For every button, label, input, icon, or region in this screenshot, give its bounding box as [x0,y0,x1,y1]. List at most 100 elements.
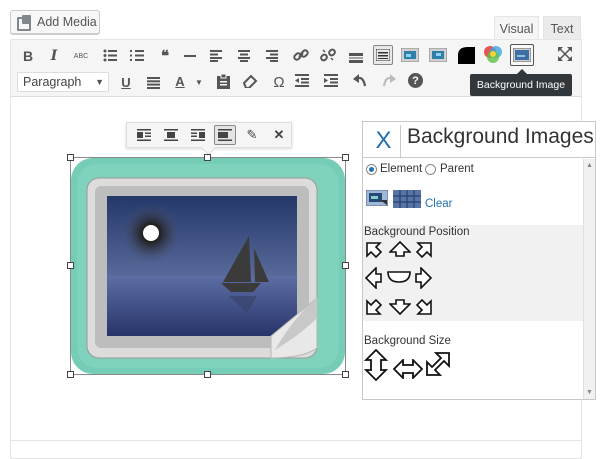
arrow-down-left-icon [366,298,383,315]
image-remove-button[interactable]: ✕ [268,125,290,145]
horizontal-line-icon[interactable] [184,55,196,57]
arrow-left-icon [364,266,382,290]
add-media-label: Add Media [37,15,97,29]
remove-link-icon[interactable] [320,47,336,68]
align-none-icon [218,129,232,141]
scroll-down-icon[interactable]: ▼ [586,389,593,396]
status-divider [11,440,581,441]
arrow-right-icon [415,266,433,290]
background-images-panel: X Background Images ▲ ▼ Element Parent C… [362,121,596,400]
resize-handle-se[interactable] [342,371,349,378]
position-top-left-button[interactable] [365,241,383,264]
element-radio[interactable] [366,164,377,175]
panel-scrollbar[interactable]: ▲ ▼ [583,159,595,399]
size-vertical-button[interactable] [363,348,389,386]
remove-x-icon: ✕ [273,127,285,142]
underline-button[interactable]: U [117,71,135,93]
background-image-button[interactable] [510,44,534,66]
position-right-button[interactable] [414,266,433,294]
text-color-button[interactable]: A [172,70,188,92]
panel-close-button[interactable]: X [367,125,401,157]
insert-link-icon[interactable] [293,47,309,68]
paste-text-icon[interactable] [217,73,230,94]
position-bottom-left-button[interactable] [365,298,383,321]
redo-icon[interactable] [381,73,396,93]
resize-handle-ne[interactable] [342,154,349,161]
tab-visual[interactable]: Visual [494,16,539,40]
italic-button[interactable]: I [45,45,63,67]
image-select-icon [365,189,389,207]
bulleted-list-icon[interactable] [103,49,117,67]
position-bottom-right-button[interactable] [415,298,433,321]
resize-handle-e[interactable] [342,262,349,269]
center-icon [387,271,411,283]
help-icon[interactable]: ? [408,73,423,88]
format-select[interactable]: Paragraph ▼ [17,72,109,92]
resize-handle-n[interactable] [204,154,211,161]
content-image[interactable] [70,157,346,375]
special-character-button[interactable]: Ω [270,71,288,93]
resize-handle-sw[interactable] [67,371,74,378]
read-more-icon[interactable] [349,50,363,68]
arrow-down-icon [388,299,412,316]
chevron-down-icon: ▼ [95,77,104,87]
element-radio-label: Element [380,163,423,175]
select-image-button[interactable] [365,189,389,211]
arrow-down-right-icon [415,298,432,315]
size-label: Background Size [364,335,451,347]
fullscreen-icon[interactable] [558,47,572,66]
undo-icon[interactable] [353,73,368,93]
align-center-icon[interactable] [238,49,250,67]
image-insert-icon[interactable] [400,46,420,64]
size-vertical-icon [363,348,389,382]
align-left-icon [137,129,151,141]
image-align-none-button[interactable] [214,125,236,145]
background-image-icon [513,48,531,62]
add-media-button[interactable]: Add Media [10,10,100,34]
pattern-image-button[interactable] [393,190,421,213]
clear-formatting-icon[interactable] [242,74,258,93]
format-select-value: Paragraph [23,75,82,89]
position-label: Background Position [364,226,470,238]
justify-icon[interactable] [147,76,160,94]
size-cover-button[interactable] [425,351,451,382]
media-icon [17,15,33,31]
scroll-up-icon[interactable]: ▲ [586,162,593,169]
image-edit-icon[interactable] [428,46,448,64]
strikethrough-button[interactable]: ABC [71,45,91,67]
position-left-button[interactable] [364,266,383,294]
size-horizontal-button[interactable] [392,357,424,384]
position-top-right-button[interactable] [415,241,433,264]
arrow-up-left-icon [366,242,383,259]
blockquote-icon[interactable]: ❝ [155,45,175,67]
resize-handle-s[interactable] [204,371,211,378]
parent-radio[interactable] [425,164,436,175]
black-shape-icon[interactable] [456,45,476,70]
color-wheel-icon[interactable] [483,45,503,70]
image-edit-button[interactable]: ✎ [241,125,263,145]
numbered-list-icon[interactable] [130,49,144,67]
bold-button[interactable]: B [19,45,37,67]
position-top-button[interactable] [388,240,412,262]
indent-icon[interactable] [324,74,338,92]
arrow-up-icon [388,240,412,257]
text-color-dropdown-icon[interactable]: ▼ [193,71,205,93]
clear-link[interactable]: Clear [425,198,452,210]
align-right-icon[interactable] [266,49,278,67]
resize-handle-nw[interactable] [67,154,74,161]
size-cover-icon [426,352,450,376]
arrow-up-right-icon [415,242,432,259]
position-bottom-button[interactable] [388,299,412,320]
panel-title-row: X Background Images [363,122,595,158]
align-left-icon[interactable] [210,49,222,67]
tab-text[interactable]: Text [543,16,581,40]
image-align-right-button[interactable] [187,125,209,145]
image-align-center-button[interactable] [160,125,182,145]
toolbar-toggle-icon [376,49,390,61]
image-align-left-button[interactable] [133,125,155,145]
toolbar-toggle-button[interactable] [373,45,393,65]
panel-title: Background Images [407,125,594,148]
resize-handle-w[interactable] [67,262,74,269]
position-center-button[interactable] [386,270,412,289]
outdent-icon[interactable] [295,74,309,92]
